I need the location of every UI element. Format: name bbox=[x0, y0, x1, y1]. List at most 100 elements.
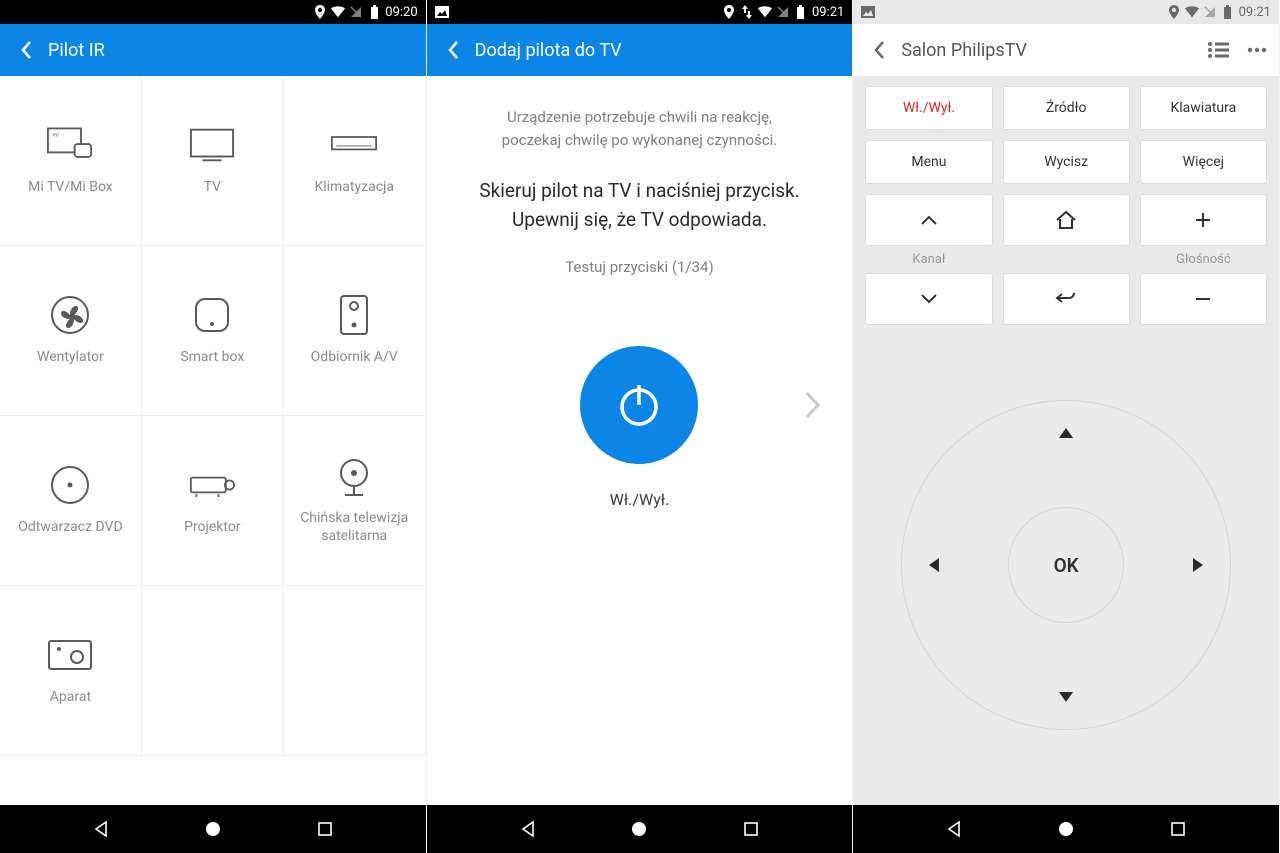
device-label: Klimatyzacja bbox=[314, 179, 394, 197]
dvd-icon bbox=[47, 465, 93, 505]
av-receiver-icon bbox=[331, 295, 377, 335]
battery-icon bbox=[367, 5, 381, 19]
camera-icon bbox=[47, 635, 93, 675]
hint-text: Urządzenie potrzebuje chwili na reakcję,… bbox=[502, 106, 777, 151]
back-button[interactable] bbox=[439, 40, 467, 60]
device-label: Wentylator bbox=[37, 349, 104, 367]
satellite-icon bbox=[331, 456, 377, 496]
keyboard-button[interactable]: Klawiatura bbox=[1140, 86, 1267, 130]
app-bar: Pilot IR bbox=[0, 24, 426, 76]
status-bar: 09:21 bbox=[427, 0, 853, 24]
device-av-receiver[interactable]: Odbiornik A/V bbox=[284, 246, 426, 416]
nav-back[interactable] bbox=[90, 818, 112, 840]
next-button[interactable] bbox=[804, 390, 822, 420]
nav-recent[interactable] bbox=[740, 818, 762, 840]
nav-recent[interactable] bbox=[314, 818, 336, 840]
channel-up-button[interactable] bbox=[865, 194, 992, 246]
system-nav-bar bbox=[427, 805, 853, 853]
more-button[interactable]: Więcej bbox=[1140, 140, 1267, 184]
location-icon bbox=[313, 5, 327, 19]
device-grid: mi Mi TV/Mi Box TV Klimatyzacja Wentylat… bbox=[0, 76, 426, 805]
screen-title: Pilot IR bbox=[48, 40, 414, 61]
back-button[interactable] bbox=[12, 40, 40, 60]
device-tv[interactable]: TV bbox=[142, 76, 284, 246]
device-satellite[interactable]: Chińska telewizja satelitarna bbox=[284, 416, 426, 586]
battery-icon bbox=[1221, 5, 1235, 19]
device-mi-tv[interactable]: mi Mi TV/Mi Box bbox=[0, 76, 142, 246]
nav-home[interactable] bbox=[1055, 818, 1077, 840]
data-sync-icon bbox=[740, 5, 754, 19]
status-time: 09:20 bbox=[385, 5, 417, 20]
wifi-icon bbox=[1185, 5, 1199, 19]
back-button[interactable] bbox=[865, 40, 893, 60]
channel-label: Kanał bbox=[865, 252, 992, 267]
more-icon[interactable] bbox=[1247, 47, 1267, 53]
device-label: Odtwarzacz DVD bbox=[18, 519, 122, 537]
app-bar: Salon PhilipsTV bbox=[853, 24, 1279, 76]
source-button[interactable]: Źródło bbox=[1003, 86, 1130, 130]
device-ac[interactable]: Klimatyzacja bbox=[284, 76, 426, 246]
image-icon bbox=[861, 5, 875, 19]
tv-icon bbox=[189, 125, 235, 165]
return-button[interactable] bbox=[1003, 273, 1130, 325]
channel-down-button[interactable] bbox=[865, 273, 992, 325]
screen-title: Salon PhilipsTV bbox=[901, 40, 1207, 61]
device-label: Odbiornik A/V bbox=[311, 349, 398, 367]
dpad: OK bbox=[901, 400, 1231, 730]
device-label: TV bbox=[204, 179, 221, 197]
device-dvd[interactable]: Odtwarzacz DVD bbox=[0, 416, 142, 586]
location-icon bbox=[1167, 5, 1181, 19]
device-label: Projektor bbox=[184, 519, 240, 537]
svg-text:mi: mi bbox=[53, 132, 59, 138]
device-label: Aparat bbox=[50, 689, 91, 707]
nav-home[interactable] bbox=[628, 818, 650, 840]
signal-off-icon bbox=[1203, 5, 1217, 19]
mi-tv-icon: mi bbox=[47, 125, 93, 165]
ac-icon bbox=[331, 125, 377, 165]
signal-off-icon bbox=[349, 5, 363, 19]
battery-icon bbox=[794, 5, 808, 19]
device-label: Chińska telewizja satelitarna bbox=[292, 510, 417, 545]
status-bar: 09:21 bbox=[853, 0, 1279, 24]
menu-button[interactable]: Menu bbox=[865, 140, 992, 184]
device-camera[interactable]: Aparat bbox=[0, 586, 142, 756]
dpad-ok[interactable]: OK bbox=[1008, 507, 1124, 623]
nav-home[interactable] bbox=[202, 818, 224, 840]
status-time: 09:21 bbox=[1239, 5, 1271, 20]
mute-button[interactable]: Wycisz bbox=[1003, 140, 1130, 184]
nav-back[interactable] bbox=[943, 818, 965, 840]
home-button[interactable] bbox=[1003, 194, 1130, 246]
volume-down-button[interactable] bbox=[1140, 273, 1267, 325]
device-projector[interactable]: Projektor bbox=[142, 416, 284, 586]
power-button-label: Wł./Wył. bbox=[610, 490, 670, 509]
screen-title: Dodaj pilota do TV bbox=[475, 40, 841, 61]
status-time: 09:21 bbox=[812, 5, 844, 20]
fan-icon bbox=[47, 295, 93, 335]
wifi-icon bbox=[758, 5, 772, 19]
list-icon[interactable] bbox=[1207, 41, 1229, 59]
device-fan[interactable]: Wentylator bbox=[0, 246, 142, 416]
app-bar: Dodaj pilota do TV bbox=[427, 24, 853, 76]
power-test-button[interactable] bbox=[580, 346, 698, 464]
dpad-right[interactable] bbox=[1192, 557, 1204, 573]
power-button[interactable]: Wł./Wył. bbox=[865, 86, 992, 130]
image-icon bbox=[435, 5, 449, 19]
location-icon bbox=[722, 5, 736, 19]
dpad-down[interactable] bbox=[1058, 691, 1074, 703]
smartbox-icon bbox=[189, 295, 235, 335]
nav-back[interactable] bbox=[517, 818, 539, 840]
projector-icon bbox=[189, 465, 235, 505]
system-nav-bar bbox=[853, 805, 1279, 853]
dpad-left[interactable] bbox=[928, 557, 940, 573]
device-smartbox[interactable]: Smart box bbox=[142, 246, 284, 416]
status-bar: 09:20 bbox=[0, 0, 426, 24]
instruction-text: Skieruj pilot na TV i naciśniej przycisk… bbox=[479, 177, 799, 234]
signal-off-icon bbox=[776, 5, 790, 19]
wifi-icon bbox=[331, 5, 345, 19]
nav-recent[interactable] bbox=[1167, 818, 1189, 840]
volume-up-button[interactable] bbox=[1140, 194, 1267, 246]
device-label: Smart box bbox=[180, 349, 244, 367]
dpad-up[interactable] bbox=[1058, 427, 1074, 439]
device-label: Mi TV/Mi Box bbox=[28, 179, 113, 197]
volume-label: Głośność bbox=[1140, 252, 1267, 267]
